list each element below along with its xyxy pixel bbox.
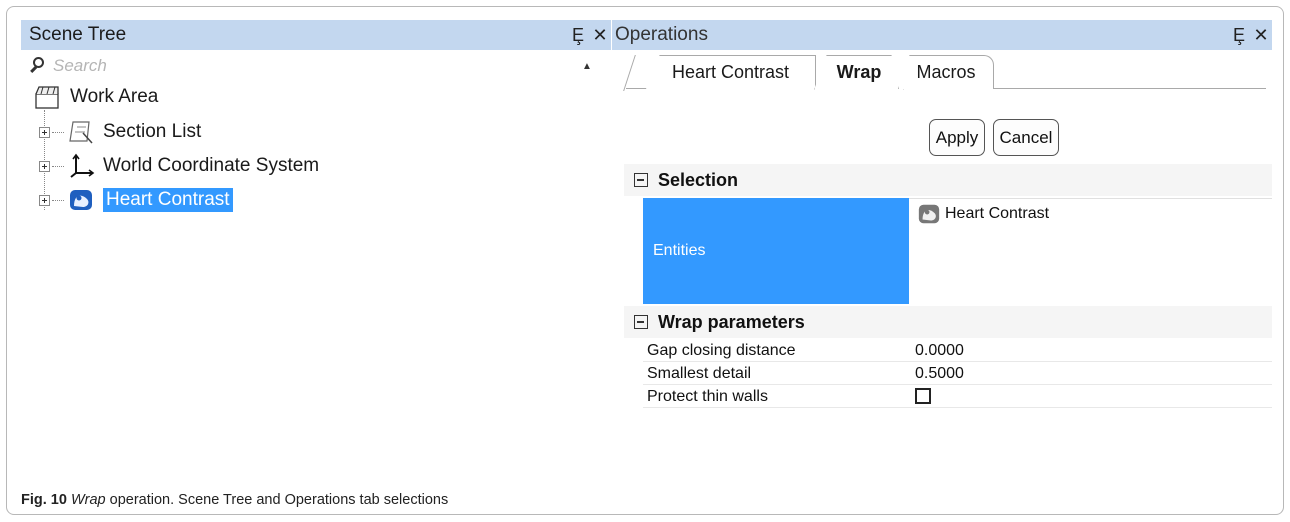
work-area-icon [34, 84, 62, 110]
param-row-gap-closing-distance[interactable]: Gap closing distance 0.0000 [643, 340, 1272, 362]
tree-connector [52, 199, 64, 201]
tree-label: Section List [103, 121, 202, 142]
param-value [913, 388, 1272, 406]
figure-caption: Fig. 10 Wrap operation. Scene Tree and O… [21, 492, 448, 508]
pin-icon[interactable]: Ȩ [1228, 25, 1250, 46]
entities-label[interactable]: Entities [643, 198, 909, 304]
selection-section-header[interactable]: Selection [624, 164, 1272, 196]
tree-item-section-list[interactable]: Section List [39, 116, 201, 148]
expand-icon[interactable] [39, 160, 50, 172]
tree-item-world-coordinate-system[interactable]: World Coordinate System [39, 150, 319, 182]
param-row-smallest-detail[interactable]: Smallest detail 0.5000 [643, 363, 1272, 385]
param-value[interactable]: 0.0000 [913, 342, 1272, 360]
operations-header: Operations Ȩ ✕ [612, 20, 1272, 50]
expand-icon[interactable] [39, 194, 50, 206]
coordinate-axes-icon [67, 153, 95, 179]
wrap-parameters-section-header[interactable]: Wrap parameters [624, 306, 1272, 338]
close-icon[interactable]: ✕ [1250, 25, 1272, 46]
pin-icon[interactable]: Ȩ [567, 25, 589, 46]
operations-title: Operations [615, 24, 708, 45]
tree-label-selected: Heart Contrast [103, 188, 233, 212]
tree-label: World Coordinate System [103, 155, 320, 176]
entities-value-text: Heart Contrast [945, 205, 1050, 222]
tab-heart-contrast[interactable]: Heart Contrast [646, 55, 816, 89]
protect-thin-walls-checkbox[interactable] [915, 388, 931, 405]
param-key: Smallest detail [647, 364, 752, 382]
operations-panel: Operations Ȩ ✕ Heart Contrast Wrap Macro… [612, 20, 1272, 478]
tree-connector [52, 131, 64, 133]
mask-object-icon [916, 202, 942, 226]
search-row: ▲ [21, 53, 611, 79]
scene-tree-title: Scene Tree [29, 24, 127, 45]
tab-edge [623, 55, 636, 91]
collapse-section-icon[interactable] [634, 173, 648, 187]
close-icon[interactable]: ✕ [589, 25, 611, 46]
tree-label: Work Area [70, 86, 159, 107]
entities-value[interactable]: Heart Contrast [916, 202, 1049, 226]
param-key: Gap closing distance [647, 341, 796, 359]
operations-tabs: Heart Contrast Wrap Macros [623, 55, 1266, 91]
search-input[interactable] [53, 54, 573, 78]
param-value[interactable]: 0.5000 [913, 365, 1272, 383]
tree-item-heart-contrast[interactable]: Heart Contrast [39, 184, 233, 216]
section-list-icon [67, 119, 95, 145]
apply-button[interactable]: Apply [929, 119, 985, 156]
param-key: Protect thin walls [647, 387, 768, 405]
tree-connector [52, 165, 64, 167]
caption-fig-number: Fig. 10 [21, 492, 67, 508]
param-row-protect-thin-walls[interactable]: Protect thin walls [643, 386, 1272, 408]
mask-object-icon [67, 187, 95, 213]
collapse-arrow-icon[interactable]: ▲ [579, 58, 595, 74]
caption-operation: Wrap [70, 492, 106, 508]
caption-text: operation. Scene Tree and Operations tab… [109, 492, 449, 508]
wrap-parameters-section-title: Wrap parameters [658, 311, 805, 332]
search-icon [27, 54, 53, 78]
selection-section-title: Selection [658, 169, 739, 190]
tree-item-work-area[interactable]: Work Area [34, 82, 158, 112]
expand-icon[interactable] [39, 126, 50, 138]
scene-tree-header: Scene Tree Ȩ ✕ [21, 20, 611, 50]
cancel-button[interactable]: Cancel [993, 119, 1059, 156]
scene-tree-panel: Scene Tree Ȩ ✕ ▲ Work Area [21, 20, 611, 478]
collapse-section-icon[interactable] [634, 315, 648, 329]
tab-wrap[interactable]: Wrap [814, 55, 904, 90]
tab-macros[interactable]: Macros [898, 55, 994, 89]
